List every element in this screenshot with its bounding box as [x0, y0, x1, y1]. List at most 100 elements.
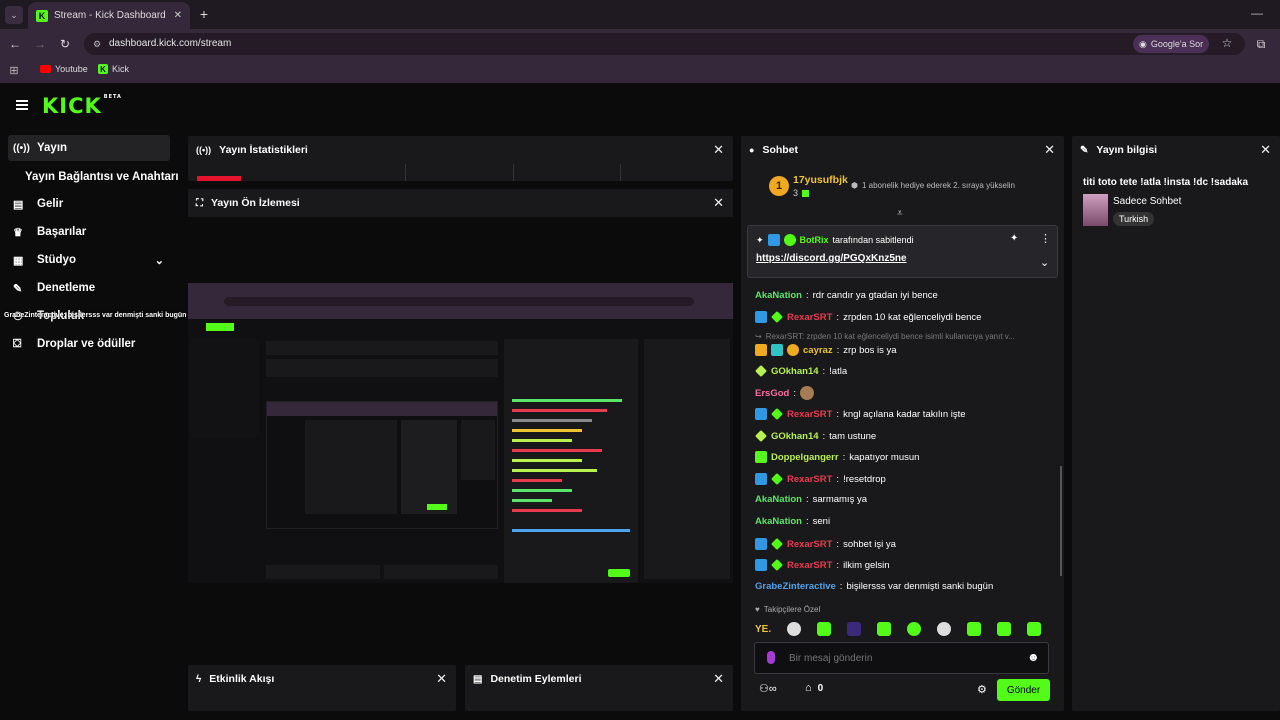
ask-google-label: Google'a Sor [1150, 39, 1204, 49]
chat-message[interactable]: cayraz: zrp bos is ya [755, 344, 897, 356]
chat-settings-icon[interactable]: ⚙ [977, 683, 987, 696]
chat-username[interactable]: GrabeZinteractive [755, 581, 836, 592]
chat-message[interactable]: GOkhan14: !atla [755, 365, 847, 377]
ask-google-button[interactable]: ◉ Google'a Sor [1133, 35, 1209, 53]
lightning-icon: ϟ [196, 673, 202, 685]
apps-grid-icon[interactable]: ⊞ [8, 64, 20, 77]
reload-icon[interactable]: ↻ [58, 37, 72, 51]
bookmark-youtube[interactable]: Youtube [40, 64, 88, 74]
address-bar[interactable]: ⚙ dashboard.kick.com/stream ◉ Google'a S… [84, 33, 1245, 55]
chat-username[interactable]: GOkhan14 [771, 431, 819, 442]
chat-username[interactable]: RexarSRT [787, 474, 832, 485]
close-icon[interactable]: ✕ [713, 672, 724, 686]
og-badge-icon [771, 311, 783, 323]
category-name[interactable]: Sadece Sohbet [1113, 196, 1181, 207]
tab-search-icon[interactable]: ⌄ [5, 6, 23, 24]
chevron-down-icon[interactable]: ⌄ [155, 254, 164, 267]
emote-ye[interactable]: YE. [755, 624, 771, 635]
more-options-icon[interactable]: ⋮ [1040, 232, 1051, 245]
sidebar-item-droplar[interactable]: ⛋ Droplar ve ödüller [8, 331, 170, 357]
chat-username[interactable]: AkaNation [755, 516, 802, 527]
channel-points[interactable]: ⌂ 0 [805, 682, 823, 694]
emote-icon[interactable] [997, 622, 1012, 636]
collapse-down-icon[interactable]: ⩡ [897, 208, 903, 219]
emote-icon[interactable] [1027, 622, 1042, 636]
chat-users-icon[interactable]: ⚇∞ [759, 682, 777, 695]
pinned-link[interactable]: https://discord.gg/PGQxKnz5ne [756, 253, 907, 264]
microphone-icon[interactable] [767, 651, 775, 664]
close-icon[interactable]: ✕ [1044, 143, 1055, 157]
forward-icon[interactable]: → [33, 37, 47, 51]
hamburger-menu-icon[interactable] [16, 100, 28, 110]
chat-username[interactable]: GOkhan14 [771, 366, 819, 377]
unpin-icon[interactable]: ✦ [1010, 233, 1018, 244]
sidebar-item-yayin[interactable]: ((•)) Yayın [8, 135, 170, 161]
new-tab-icon[interactable]: + [196, 6, 212, 22]
chat-username[interactable]: AkaNation [755, 494, 802, 505]
chat-message[interactable]: RexarSRT: kngl açılana kadar takılın işt… [755, 408, 966, 420]
chat-message[interactable]: RexarSRT: sohbet işi ya [755, 538, 896, 550]
emote-icon[interactable] [877, 622, 892, 636]
top-gifter-name[interactable]: 17yusufbjk [793, 174, 848, 186]
bookmark-kick-label: Kick [112, 64, 130, 74]
emote-icon[interactable] [847, 622, 862, 636]
chat-username[interactable]: RexarSRT [787, 409, 832, 420]
chat-overlay-text: GrabeZinteractive: bişilersss var denmiş… [4, 312, 187, 319]
chat-message[interactable]: RexarSRT: !resetdrop [755, 473, 886, 485]
emote-icon[interactable] [907, 622, 922, 636]
emote-icon[interactable] [937, 622, 952, 636]
sidebar-item-stream-key[interactable]: Yayın Bağlantısı ve Anahtarı [20, 164, 182, 190]
chat-username[interactable]: ErsGod [755, 388, 789, 399]
chat-input[interactable] [789, 651, 1009, 665]
chat-username[interactable]: AkaNation [755, 290, 802, 301]
send-button[interactable]: Gönder [997, 679, 1050, 701]
tab-close-icon[interactable]: ✕ [174, 10, 182, 21]
sidebar-item-denetleme[interactable]: ✎ Denetleme [8, 275, 170, 301]
chat-username[interactable]: cayraz [803, 345, 833, 356]
chat-message[interactable]: GrabeZinteractive: bişilersss var denmiş… [755, 581, 993, 592]
language-tag[interactable]: Turkish [1113, 212, 1155, 226]
close-icon[interactable]: ✕ [713, 196, 724, 210]
bookmark-kick[interactable]: K Kick [98, 64, 129, 74]
chat-input-box[interactable]: ☻ [754, 642, 1049, 674]
gifter-rank-badge: 1 [769, 176, 789, 196]
pinned-by-user[interactable]: BotRix [800, 235, 829, 245]
chat-text: !resetdrop [843, 473, 886, 485]
chevron-down-icon[interactable]: ⌄ [1040, 256, 1049, 269]
chat-username[interactable]: RexarSRT [787, 539, 832, 550]
emote-icon[interactable] [967, 622, 982, 636]
chat-message[interactable]: Doppelgangerr: kapatıyor musun [755, 451, 919, 463]
chat-username[interactable]: Doppelgangerr [771, 452, 839, 463]
sidebar-item-gelir[interactable]: ▤ Gelir [8, 191, 170, 217]
chat-username[interactable]: RexarSRT [787, 312, 832, 323]
kick-logo[interactable]: KICK BETA [42, 94, 122, 118]
sidebar-item-studyo[interactable]: ▦ Stüdyo ⌄ [8, 247, 170, 273]
preview-video[interactable] [188, 283, 733, 583]
site-info-icon[interactable]: ⚙ [90, 37, 104, 51]
sidebar-item-basarilar[interactable]: ♛ Başarılar [8, 219, 170, 245]
chat-scrollbar[interactable] [1060, 466, 1062, 576]
close-icon[interactable]: ✕ [713, 143, 724, 157]
chat-message[interactable]: RexarSRT: zrpden 10 kat eğlenceliydi ben… [755, 311, 981, 323]
emoji-picker-icon[interactable]: ☻ [1027, 650, 1040, 664]
chat-message[interactable]: ErsGod: [755, 386, 814, 400]
bookmark-star-icon[interactable]: ☆ [1220, 36, 1234, 50]
extensions-icon[interactable]: ⧉ [1254, 37, 1268, 51]
chat-message[interactable]: AkaNation: sarmamış ya [755, 494, 867, 505]
close-icon[interactable]: ✕ [436, 672, 447, 686]
chat-message[interactable]: AkaNation: rdr candır ya gtadan iyi benc… [755, 290, 938, 301]
close-icon[interactable]: ✕ [1260, 143, 1271, 157]
browser-tab-bar: ⌄ K Stream - Kick Dashboard ✕ + — [0, 0, 1280, 29]
panel-header: ((•)) Yayın İstatistikleri [188, 136, 733, 164]
chat-username[interactable]: RexarSRT [787, 560, 832, 571]
emote-icon[interactable] [817, 622, 832, 636]
browser-tab[interactable]: K Stream - Kick Dashboard ✕ [28, 2, 190, 29]
emote-icon[interactable] [787, 622, 802, 636]
chat-message[interactable]: GOkhan14: tam ustune [755, 430, 876, 442]
back-icon[interactable]: ← [8, 37, 22, 51]
gift-box-icon: ⬢ [851, 181, 858, 190]
pinned-message[interactable]: ✦ BotRix tarafından sabitlendi ✦ ⋮ https… [747, 225, 1058, 278]
minimize-icon[interactable]: — [1250, 6, 1264, 20]
chat-message[interactable]: AkaNation: seni [755, 516, 830, 527]
chat-message[interactable]: RexarSRT: ilkim gelsin [755, 559, 890, 571]
